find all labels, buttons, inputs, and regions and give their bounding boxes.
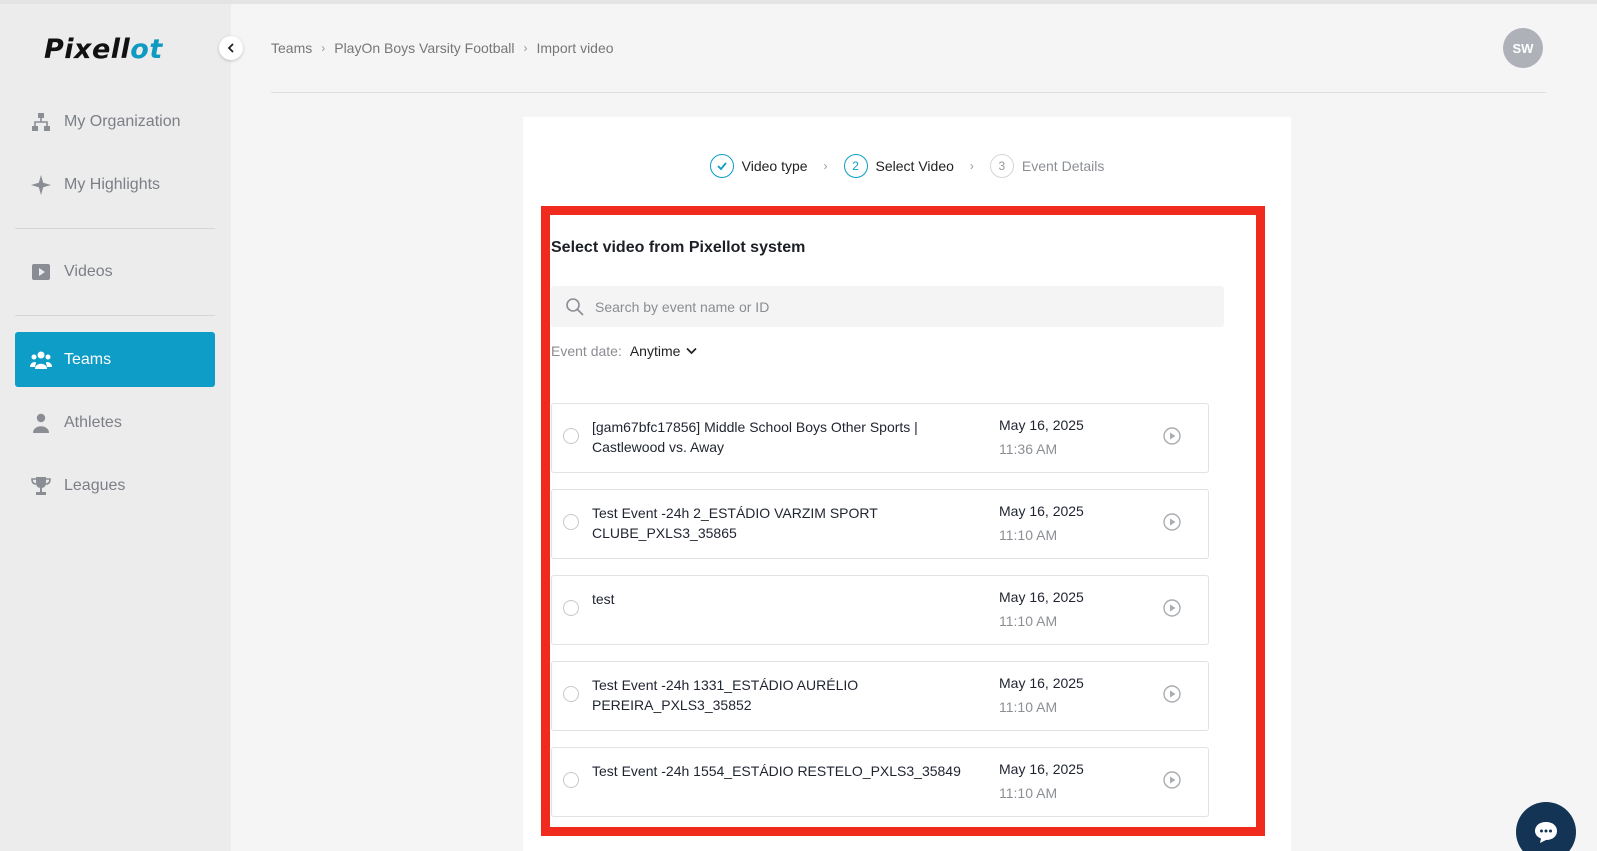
video-row[interactable]: Test Event -24h 1554_ESTÁDIO RESTELO_PXL…: [551, 747, 1209, 817]
sidebar-item-videos[interactable]: Videos: [15, 244, 215, 299]
video-time: 11:36 AM: [999, 441, 1058, 457]
breadcrumb: Teams › PlayOn Boys Varsity Football › I…: [271, 40, 614, 56]
filter-label: Event date:: [551, 343, 622, 359]
video-radio[interactable]: [563, 772, 579, 788]
video-date: May 16, 2025: [999, 417, 1084, 433]
breadcrumb-teams[interactable]: Teams: [271, 40, 312, 56]
sidebar-item-my-organization[interactable]: My Organization: [15, 94, 215, 149]
step-video-type[interactable]: Video type: [709, 154, 808, 178]
play-icon[interactable]: [1162, 770, 1182, 790]
chat-bubble-icon: [1535, 822, 1557, 843]
video-date: May 16, 2025: [999, 503, 1084, 519]
video-icon: [30, 261, 52, 283]
video-time: 11:10 AM: [999, 785, 1058, 801]
chevron-right-icon: ›: [823, 159, 828, 173]
video-row[interactable]: Test Event -24h 2_ESTÁDIO VARZIM SPORT C…: [551, 489, 1209, 559]
sidebar-item-my-highlights[interactable]: My Highlights: [15, 157, 215, 212]
search-icon: [566, 297, 584, 316]
step-label: Select Video: [875, 158, 954, 174]
video-name: test: [592, 591, 615, 607]
trophy-icon: [30, 475, 52, 497]
sidebar-divider: [15, 315, 215, 316]
sidebar-item-leagues[interactable]: Leagues: [15, 458, 215, 513]
event-date-filter: Event date: Anytime: [551, 343, 698, 359]
sidebar-item-label: My Highlights: [64, 175, 161, 193]
video-date: May 16, 2025: [999, 761, 1084, 777]
sidebar-item-label: Athletes: [64, 413, 122, 431]
stepper: Video type › 2 Select Video › 3 Event De…: [523, 154, 1291, 178]
step-label: Video type: [741, 158, 808, 174]
step-number: 3: [989, 154, 1014, 178]
org-chart-icon: [30, 111, 52, 133]
filter-value: Anytime: [629, 343, 681, 359]
video-time: 11:10 AM: [999, 613, 1058, 629]
video-radio[interactable]: [563, 428, 579, 444]
sparkle-icon: [30, 174, 52, 196]
video-name: Test Event -24h 1331_ESTÁDIO AURÉLIO PER…: [592, 677, 859, 713]
chevron-left-icon: [227, 43, 234, 53]
breadcrumb-separator: ›: [321, 41, 326, 55]
athlete-icon: [30, 412, 52, 434]
video-time: 11:10 AM: [999, 527, 1058, 543]
header-divider: [271, 92, 1546, 93]
sidebar-item-teams[interactable]: Teams: [15, 332, 215, 387]
video-name: [gam67bfc17856] Middle School Boys Other…: [592, 419, 918, 455]
chat-button[interactable]: [1516, 802, 1576, 851]
pixellot-logo[interactable]: Pixellot: [44, 34, 163, 65]
play-icon[interactable]: [1162, 426, 1182, 446]
video-date: May 16, 2025: [999, 589, 1084, 605]
sidebar-divider: [15, 228, 215, 229]
search-input[interactable]: [595, 298, 1195, 315]
collapse-sidebar-button[interactable]: [219, 36, 243, 60]
breadcrumb-team[interactable]: PlayOn Boys Varsity Football: [334, 40, 514, 56]
section-title: Select video from Pixellot system: [551, 239, 806, 256]
video-row[interactable]: [gam67bfc17856] Middle School Boys Other…: [551, 403, 1209, 473]
top-border: [0, 0, 1597, 4]
video-time: 11:10 AM: [999, 699, 1058, 715]
team-icon: [30, 349, 52, 371]
step-select-video: 2 Select Video: [843, 154, 954, 178]
sidebar-item-label: Videos: [64, 262, 113, 280]
user-avatar[interactable]: SW: [1503, 28, 1543, 68]
breadcrumb-current: Import video: [536, 40, 614, 56]
sidebar-item-athletes[interactable]: Athletes: [15, 395, 215, 450]
video-radio[interactable]: [563, 686, 579, 702]
video-radio[interactable]: [563, 514, 579, 530]
video-row[interactable]: Test Event -24h 1331_ESTÁDIO AURÉLIO PER…: [551, 661, 1209, 731]
step-label: Event Details: [1021, 158, 1105, 174]
sidebar-item-label: Teams: [64, 350, 112, 368]
video-date: May 16, 2025: [999, 675, 1084, 691]
play-icon[interactable]: [1162, 684, 1182, 704]
event-date-dropdown[interactable]: Anytime: [630, 343, 698, 359]
video-name: Test Event -24h 2_ESTÁDIO VARZIM SPORT C…: [592, 505, 878, 541]
step-event-details: 3 Event Details: [989, 154, 1105, 178]
import-panel: Video type › 2 Select Video › 3 Event De…: [523, 117, 1291, 851]
sidebar: Pixellot My Organization My Highlights V…: [0, 4, 231, 851]
breadcrumb-separator: ›: [523, 41, 528, 55]
search-bar: [551, 286, 1224, 327]
check-icon: [709, 154, 734, 178]
chevron-down-icon: [686, 347, 698, 355]
video-name: Test Event -24h 1554_ESTÁDIO RESTELO_PXL…: [592, 763, 961, 779]
step-number: 2: [843, 154, 868, 178]
video-row[interactable]: test May 16, 2025 11:10 AM: [551, 575, 1209, 645]
play-icon[interactable]: [1162, 512, 1182, 532]
sidebar-item-label: My Organization: [64, 112, 181, 130]
chevron-right-icon: ›: [969, 159, 974, 173]
play-icon[interactable]: [1162, 598, 1182, 618]
sidebar-item-label: Leagues: [64, 476, 126, 494]
video-radio[interactable]: [563, 600, 579, 616]
